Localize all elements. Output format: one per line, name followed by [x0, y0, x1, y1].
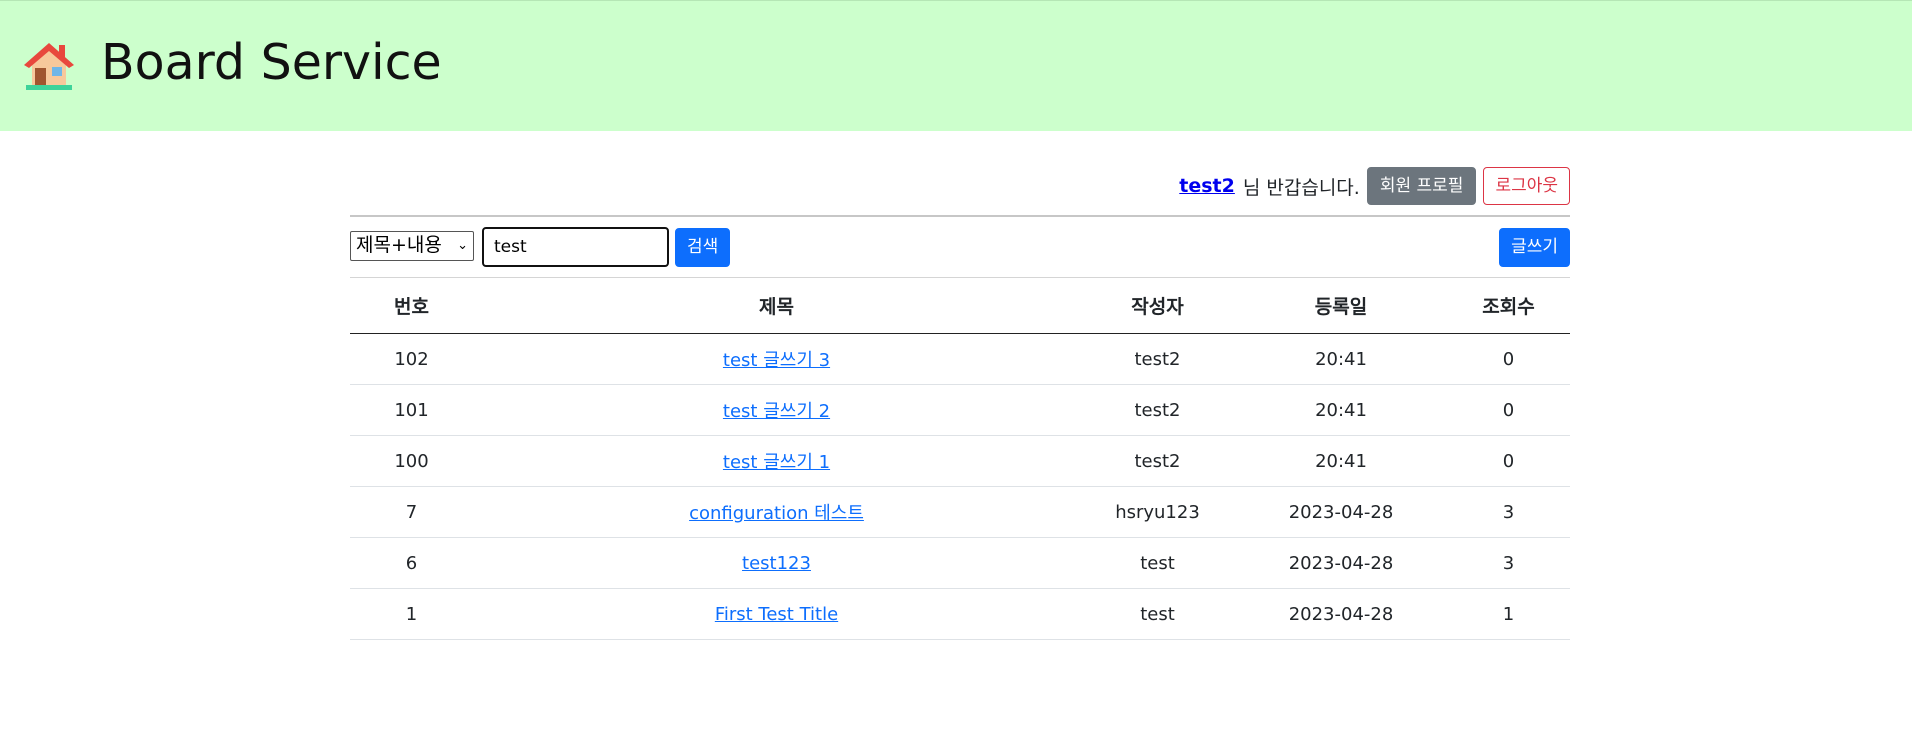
logout-button[interactable]: 로그아웃 — [1483, 167, 1570, 205]
board-container: test2 님 반갑습니다. 회원 프로필 로그아웃 제목+내용 ⌄ 검색 글쓰… — [350, 131, 1570, 640]
post-views: 1 — [1447, 588, 1570, 640]
write-button[interactable]: 글쓰기 — [1499, 228, 1570, 267]
post-writer: test2 — [1080, 435, 1235, 487]
post-title-link[interactable]: test 글쓰기 3 — [723, 350, 830, 371]
house-icon[interactable] — [22, 39, 76, 91]
board-table: 번호 제목 작성자 등록일 조회수 102 test 글쓰기 3 test2 2… — [350, 278, 1570, 640]
chevron-down-icon: ⌄ — [457, 238, 468, 253]
post-title-link[interactable]: test 글쓰기 2 — [723, 401, 830, 422]
search-button[interactable]: 검색 — [675, 228, 731, 267]
post-number: 102 — [350, 333, 473, 385]
post-number: 101 — [350, 384, 473, 436]
table-row: 1 First Test Title test 2023-04-28 1 — [350, 588, 1570, 640]
post-views: 0 — [1447, 384, 1570, 436]
post-number: 100 — [350, 435, 473, 487]
table-row: 7 configuration 테스트 hsryu123 2023-04-28 … — [350, 486, 1570, 538]
greeting-text: 님 반갑습니다. — [1242, 176, 1360, 199]
username-link[interactable]: test2 — [1179, 175, 1235, 197]
post-writer: test — [1080, 588, 1235, 640]
post-writer: hsryu123 — [1080, 486, 1235, 538]
post-number: 6 — [350, 537, 473, 589]
table-row: 101 test 글쓰기 2 test2 20:41 0 — [350, 384, 1570, 436]
post-date: 20:41 — [1235, 435, 1447, 487]
search-type-value: 제목+내용 — [356, 234, 442, 256]
post-views: 3 — [1447, 537, 1570, 589]
post-date: 20:41 — [1235, 333, 1447, 385]
post-writer: test2 — [1080, 333, 1235, 385]
user-bar: test2 님 반갑습니다. 회원 프로필 로그아웃 — [350, 131, 1570, 216]
post-number: 7 — [350, 486, 473, 538]
search-type-select[interactable]: 제목+내용 ⌄ — [350, 231, 474, 261]
post-title-link[interactable]: configuration 테스트 — [689, 503, 864, 524]
post-number: 1 — [350, 588, 473, 640]
post-title-link[interactable]: test 글쓰기 1 — [723, 452, 830, 473]
table-row: 100 test 글쓰기 1 test2 20:41 0 — [350, 435, 1570, 487]
post-date: 2023-04-28 — [1235, 588, 1447, 640]
column-header-writer: 작성자 — [1080, 278, 1235, 334]
table-row: 102 test 글쓰기 3 test2 20:41 0 — [350, 333, 1570, 385]
divider — [350, 215, 1570, 217]
post-views: 0 — [1447, 435, 1570, 487]
post-date: 2023-04-28 — [1235, 486, 1447, 538]
post-writer: test — [1080, 537, 1235, 589]
post-views: 3 — [1447, 486, 1570, 538]
app-header: Board Service — [0, 0, 1912, 131]
column-header-title: 제목 — [473, 278, 1080, 334]
user-area: test2 님 반갑습니다. 회원 프로필 로그아웃 — [1179, 167, 1570, 205]
post-title-link[interactable]: test123 — [742, 553, 811, 574]
post-date: 20:41 — [1235, 384, 1447, 436]
profile-button[interactable]: 회원 프로필 — [1366, 167, 1477, 205]
table-row: 6 test123 test 2023-04-28 3 — [350, 537, 1570, 589]
search-bar: 제목+내용 ⌄ 검색 글쓰기 — [350, 227, 1570, 269]
post-title-link[interactable]: First Test Title — [715, 604, 838, 625]
column-header-date: 등록일 — [1235, 278, 1447, 334]
post-date: 2023-04-28 — [1235, 537, 1447, 589]
app-title: Board Service — [101, 34, 442, 91]
column-header-number: 번호 — [350, 278, 473, 334]
post-writer: test2 — [1080, 384, 1235, 436]
table-header-row: 번호 제목 작성자 등록일 조회수 — [350, 278, 1570, 334]
search-input[interactable] — [482, 227, 669, 267]
column-header-views: 조회수 — [1447, 278, 1570, 334]
post-views: 0 — [1447, 333, 1570, 385]
